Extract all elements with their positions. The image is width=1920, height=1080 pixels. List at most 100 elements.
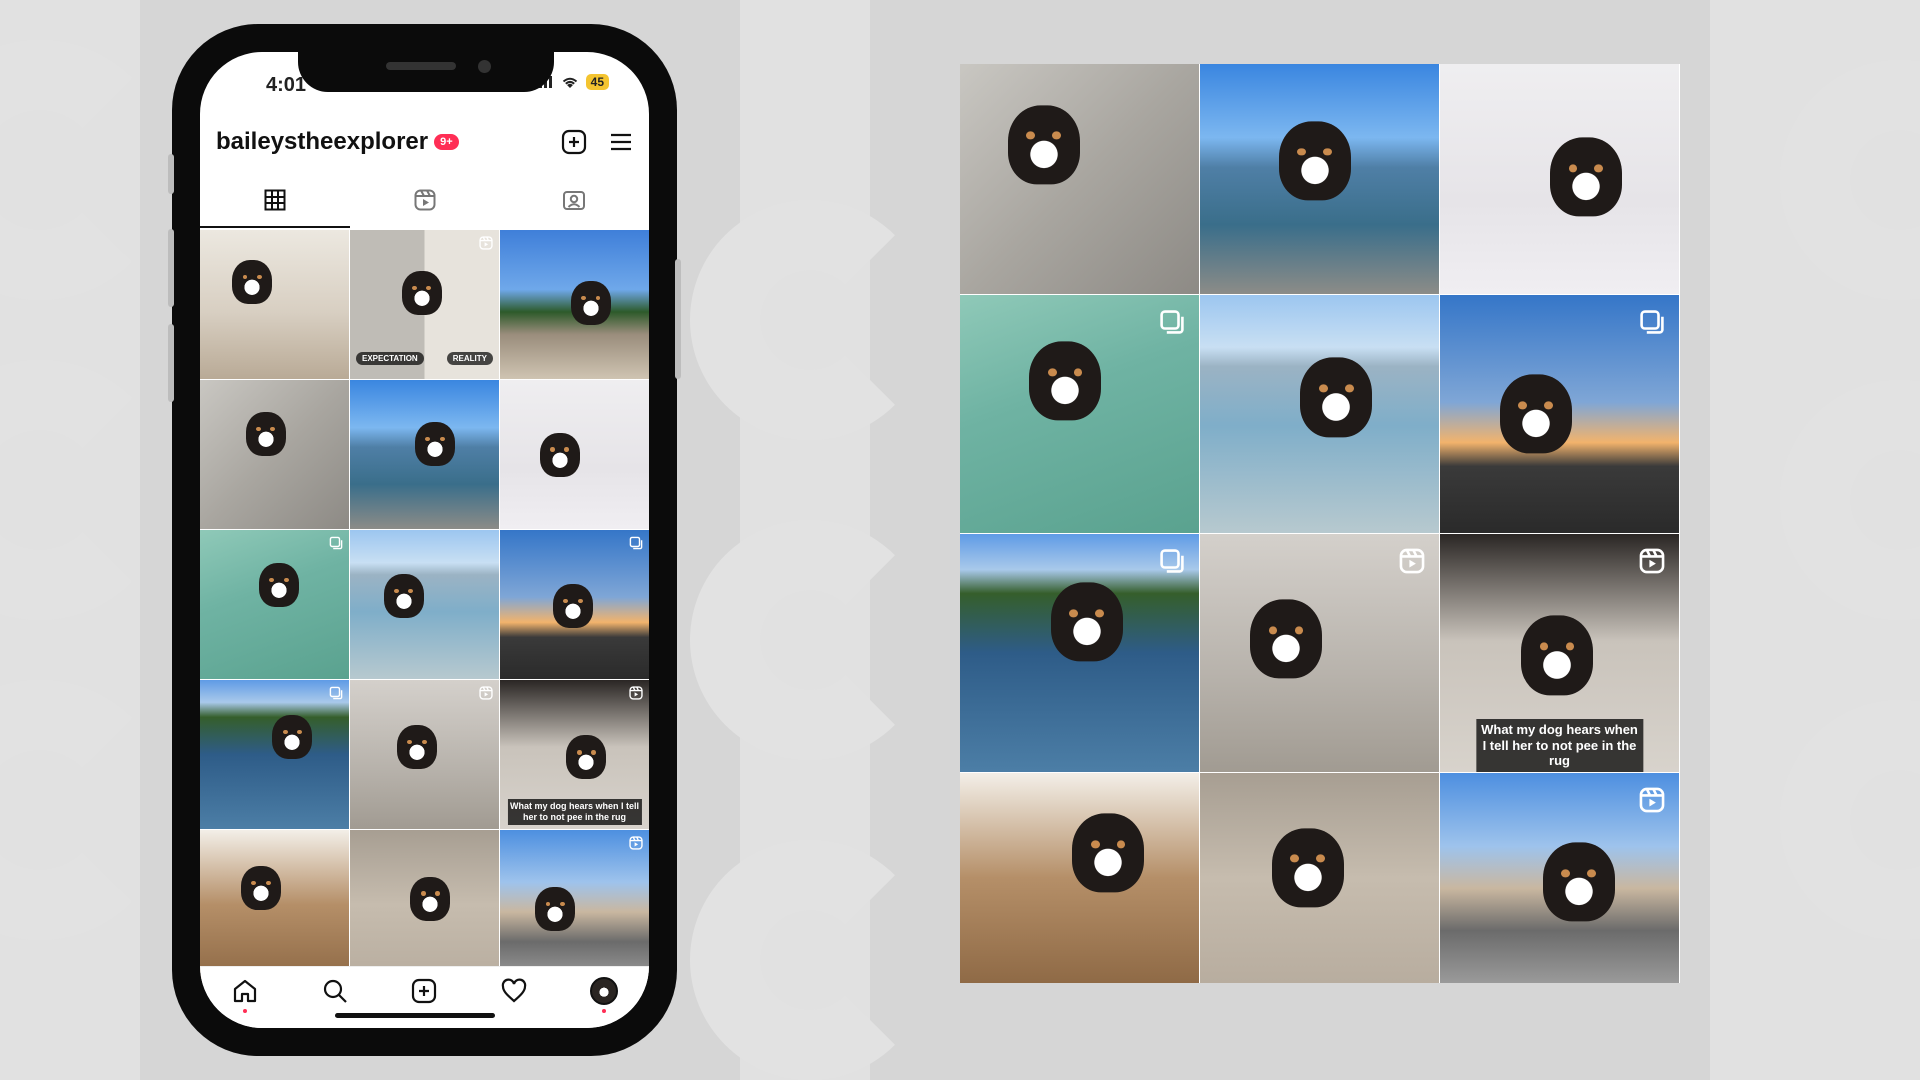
status-time: 4:01 [266,74,307,96]
profile-post-grid: EXPECTATION REALITY What my dog hears when… [200,230,649,979]
dog-figure [414,422,455,467]
heart-icon [502,978,527,1003]
volume-up-button [168,229,174,307]
nav-create[interactable] [410,977,438,1005]
reel-icon [479,686,493,700]
profile-header: baileystheexplorer 9+ [216,122,633,162]
post-caption-text: What my dog hears when I tell her to not… [507,799,642,825]
dog-figure [1072,813,1145,893]
tab-posts-grid[interactable] [200,172,350,228]
dog-figure [383,573,424,618]
menu-icon[interactable] [609,131,633,153]
dog-figure [1521,615,1594,695]
post-thumbnail[interactable] [350,830,499,979]
nav-search[interactable] [321,977,349,1005]
profile-notification-dot [602,1009,607,1013]
post-thumbnail[interactable] [1200,534,1439,772]
reels-icon [414,189,435,211]
dog-figure [1542,842,1615,922]
dog-figure [570,281,611,325]
post-thumbnail[interactable] [1200,295,1439,533]
tab-reels[interactable] [350,172,500,228]
reel-icon [479,236,493,250]
post-thumbnail[interactable] [350,380,499,529]
dog-figure [1007,104,1080,185]
post-thumbnail[interactable] [500,230,649,379]
wifi-icon [562,77,577,88]
dog-figure [410,876,451,921]
profile-tabs [200,172,649,228]
post-thumbnail[interactable] [200,830,349,979]
post-thumbnail[interactable]: What my dog hears when I tell her to not… [500,680,649,829]
dog-figure [1300,357,1373,437]
speaker-grille [386,62,456,70]
carousel-icon [629,536,643,550]
nav-profile[interactable] [590,977,619,1013]
dog-figure [1050,582,1123,662]
tagged-icon [563,191,586,210]
reel-icon [1639,548,1665,574]
home-icon [233,979,256,1003]
post-thumbnail[interactable] [500,380,649,529]
search-icon [323,979,347,1003]
dog-figure [241,866,282,911]
home-notification-dot [242,1009,247,1013]
post-thumbnail[interactable] [200,530,349,679]
reel-icon [629,686,643,700]
enlarged-post-grid: What my dog hears when I tell her to not… [960,64,1680,983]
profile-username[interactable]: baileystheexplorer [216,128,428,156]
post-thumbnail[interactable] [960,64,1199,294]
reel-icon [1399,548,1425,574]
dog-figure [539,432,580,477]
bottom-navigation [200,966,649,1028]
post-thumbnail[interactable] [1200,773,1439,983]
post-thumbnail[interactable] [1440,295,1679,533]
post-thumbnail[interactable] [200,680,349,829]
power-button [675,259,681,379]
carousel-icon [329,686,343,700]
carousel-icon [1160,310,1184,334]
mute-switch [168,154,174,194]
grid-icon [264,189,286,211]
reel-icon [1639,787,1665,813]
carousel-icon [329,536,343,550]
post-thumbnail[interactable] [500,830,649,979]
dog-figure [553,583,593,628]
carousel-icon [1160,549,1184,573]
post-thumbnail[interactable] [1200,64,1439,294]
phone-mockup: 4:01 45 baileystheexplorer 9+ EXPECTATIO… [168,24,681,1056]
front-camera [478,60,491,73]
post-thumbnail[interactable] [200,380,349,529]
post-caption-text: What my dog hears when I tell her to not… [1475,719,1644,772]
dog-figure [535,886,576,931]
dog-figure [1029,341,1102,421]
dog-figure [272,714,313,759]
notification-badge[interactable]: 9+ [434,134,459,150]
reel-icon [629,836,643,850]
dog-figure [1271,827,1344,908]
post-thumbnail[interactable] [200,230,349,379]
post-thumbnail[interactable] [960,534,1199,772]
post-thumbnail[interactable] [350,680,499,829]
instagram-profile-screen: 4:01 45 baileystheexplorer 9+ EXPECTATIO… [200,52,649,1028]
post-thumbnail[interactable] [350,530,499,679]
dog-figure [245,411,286,456]
dog-figure [232,260,273,305]
home-indicator [335,1013,495,1018]
post-thumbnail[interactable]: EXPECTATION REALITY [350,230,499,379]
post-thumbnail[interactable]: What my dog hears when I tell her to not… [1440,534,1679,772]
tab-tagged[interactable] [499,172,649,228]
post-thumbnail[interactable] [500,530,649,679]
post-thumbnail[interactable] [960,295,1199,533]
post-thumbnail[interactable] [960,773,1199,983]
post-thumbnail[interactable] [1440,64,1679,294]
new-post-icon[interactable] [561,129,587,155]
nav-home[interactable] [231,977,259,1013]
dog-figure [1278,121,1351,201]
dog-figure [1549,137,1622,217]
post-thumbnail[interactable] [1440,773,1679,983]
reality-label: REALITY [446,352,493,365]
nav-activity[interactable] [500,977,528,1005]
dog-figure [1499,374,1572,454]
dog-figure [566,735,607,780]
